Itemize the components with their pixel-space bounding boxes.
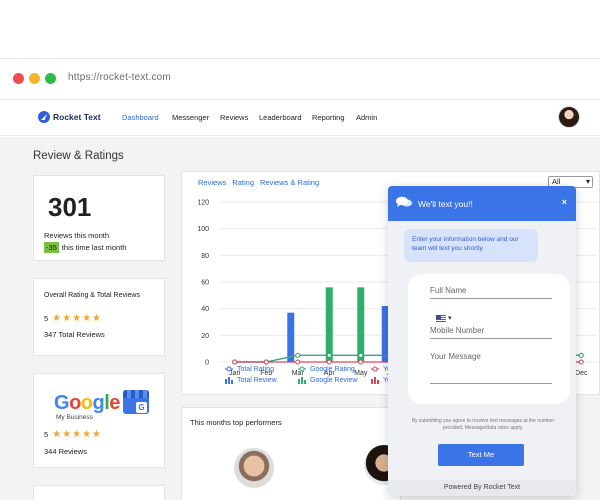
text-me-button[interactable]: Text Me [438,444,524,466]
overall-rating-row: 5 ★★★★★ [44,313,102,324]
line-series-icon [371,366,379,372]
chart-point [326,359,332,365]
nav-item-messenger[interactable]: Messenger [172,113,209,122]
chart-point [295,352,301,358]
bar-series-icon [225,377,233,384]
chart-point [578,352,584,358]
widget-form: Full Name ▾ Mobile Number Your Message [408,274,570,404]
chart-point [578,359,584,365]
maximize-window-icon[interactable] [45,73,56,84]
brand-logo[interactable]: Rocket Text [38,111,101,123]
legend-google-review[interactable]: Google Review [297,376,357,384]
message-field[interactable]: Your Message [430,352,552,384]
line-series-icon [298,366,306,372]
rocket-icon [38,111,50,123]
page-title: Review & Ratings [33,150,124,162]
bar-series-icon [371,377,379,384]
chart-point [263,359,269,365]
chart-bar [325,287,333,362]
legend-label: Total Rating [237,365,274,373]
y-tick-label: 40 [201,306,209,313]
overall-rating-card: Overall Rating & Total Reviews 5 ★★★★★ 3… [33,278,165,356]
y-tick-label: 100 [197,226,209,233]
brand-name: Rocket Text [53,112,101,122]
country-code-select[interactable]: ▾ [436,314,451,322]
bar-series-icon [298,377,306,384]
overall-rating-value: 5 [44,314,49,323]
next-card [33,485,165,500]
legend-total-rating[interactable]: Total Rating [224,365,274,373]
google-my-business-icon [123,390,149,414]
reviews-count-label: Reviews this month [44,231,110,240]
legend-google-rating[interactable]: Google Rating [297,365,355,373]
reviews-count: 301 [48,192,92,222]
chart-bar [357,287,365,362]
x-tick-label: Dec [575,370,588,377]
google-total-reviews: 344 Reviews [44,447,87,456]
chart-point [358,359,364,365]
google-rating-row: 5 ★★★★★ [44,429,102,440]
chart-point [295,359,301,365]
line-series-icon [225,366,233,372]
widget-disclaimer: By submitting you agree to receive text … [411,418,555,431]
widget-title: We'll text you!! [418,199,473,209]
chat-bubbles-icon [396,196,412,207]
chevron-down-icon: ▾ [447,315,452,322]
app-navbar: Rocket Text Dashboard Messenger Reviews … [0,100,600,136]
star-rating-icon: ★★★★★ [52,313,102,324]
minimize-window-icon[interactable] [29,73,40,84]
delta-badge: -35 [44,242,59,253]
close-window-icon[interactable] [13,73,24,84]
nav-item-dashboard[interactable]: Dashboard [122,113,159,122]
nav-item-leaderboard[interactable]: Leaderboard [259,113,302,122]
widget-intro-message: Enter your information below and our tea… [404,229,538,262]
top-performers-title: This months top performers [190,418,282,427]
chart-point [358,352,364,358]
google-logo-subtitle: My Business [56,414,93,421]
legend-label: Google Review [310,376,358,384]
y-tick-label: 60 [201,280,209,287]
legend-total-review[interactable]: Total Review [224,376,277,384]
chart-point [232,359,238,365]
user-avatar[interactable] [558,106,580,128]
widget-header: We'll text you!! × [388,186,576,221]
reviews-this-month-card: 301 Reviews this month -35 this time las… [33,175,165,261]
google-rating-value: 5 [44,430,49,439]
full-name-field[interactable]: Full Name [430,286,552,299]
widget-footer: Powered By Rocket Text [388,480,576,496]
text-us-widget: We'll text you!! × Enter your informatio… [388,186,576,496]
performer-avatar[interactable] [234,448,274,488]
nav-item-reporting[interactable]: Reporting [312,113,345,122]
us-flag-icon [436,314,446,322]
delta-label: this time last month [61,243,127,252]
y-tick-label: 120 [197,200,209,207]
nav-item-reviews[interactable]: Reviews [220,113,248,122]
y-tick-label: 80 [201,253,209,260]
legend-label: Google Rating [310,365,355,373]
mobile-number-field[interactable]: Mobile Number [430,326,552,339]
star-rating-icon: ★★★★★ [52,429,102,440]
address-bar[interactable]: https://rocket-text.com [68,72,171,83]
overall-total-reviews: 347 Total Reviews [44,330,105,339]
chart-point [326,352,332,358]
legend-label: Total Review [237,376,277,384]
google-logo: Google [54,392,120,414]
y-tick-label: 0 [205,360,209,367]
reviews-delta: -35 this time last month [44,242,126,253]
overall-rating-title: Overall Rating & Total Reviews [44,292,140,299]
browser-toolbar: https://rocket-text.com [0,58,600,100]
nav-item-admin[interactable]: Admin [356,113,377,122]
close-icon[interactable]: × [562,197,567,207]
google-business-card: Google My Business 5 ★★★★★ 344 Reviews [33,373,165,468]
y-tick-label: 20 [201,333,209,340]
chart-bar [287,312,295,362]
top-performers-card: This months top performers [181,407,404,500]
